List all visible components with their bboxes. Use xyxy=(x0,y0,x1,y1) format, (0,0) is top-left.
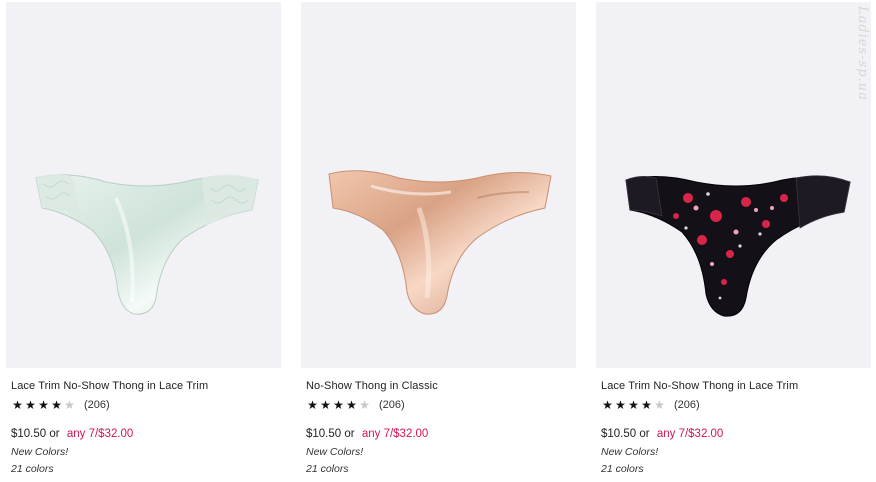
black-floral-thong-illustration xyxy=(625,175,851,317)
price: $10.50 xyxy=(601,428,637,440)
price-line: $10.50 or any 7/$32.00 xyxy=(601,428,723,440)
price-connector: or xyxy=(49,428,60,440)
star-filled-icon: ★ xyxy=(51,398,62,412)
price-connector: or xyxy=(344,428,355,440)
star-filled-icon: ★ xyxy=(628,398,639,412)
new-colors-badge: New Colors! xyxy=(306,446,364,458)
new-colors-badge: New Colors! xyxy=(601,446,659,458)
watermark: Ladies-sp.ua xyxy=(855,6,870,101)
star-empty-icon: ★ xyxy=(64,398,75,412)
product-image[interactable] xyxy=(6,2,281,368)
star-filled-icon: ★ xyxy=(602,398,613,412)
price: $10.50 xyxy=(306,428,342,440)
star-filled-icon: ★ xyxy=(346,398,357,412)
rating[interactable]: ★ ★ ★ ★ ★ (206) xyxy=(11,398,110,412)
review-count[interactable]: (206) xyxy=(84,399,110,411)
multi-buy-offer[interactable]: any 7/$32.00 xyxy=(362,428,429,440)
color-count: 21 colors xyxy=(306,463,349,475)
star-filled-icon: ★ xyxy=(320,398,331,412)
product-image[interactable] xyxy=(301,2,576,368)
color-count: 21 colors xyxy=(601,463,644,475)
product-card[interactable]: Lace Trim No-Show Thong in Lace Trim ★ ★… xyxy=(6,2,281,482)
multi-buy-offer[interactable]: any 7/$32.00 xyxy=(657,428,724,440)
price-line: $10.50 or any 7/$32.00 xyxy=(306,428,428,440)
star-filled-icon: ★ xyxy=(333,398,344,412)
star-filled-icon: ★ xyxy=(38,398,49,412)
new-colors-badge: New Colors! xyxy=(11,446,69,458)
price-connector: or xyxy=(639,428,650,440)
star-empty-icon: ★ xyxy=(359,398,370,412)
rose-gold-thong-illustration xyxy=(328,170,552,315)
product-name[interactable]: Lace Trim No-Show Thong in Lace Trim xyxy=(601,380,798,392)
price: $10.50 xyxy=(11,428,47,440)
rating[interactable]: ★ ★ ★ ★ ★ (206) xyxy=(601,398,700,412)
product-grid: Lace Trim No-Show Thong in Lace Trim ★ ★… xyxy=(6,2,871,482)
rating[interactable]: ★ ★ ★ ★ ★ (206) xyxy=(306,398,405,412)
star-filled-icon: ★ xyxy=(615,398,626,412)
star-filled-icon: ★ xyxy=(25,398,36,412)
review-count[interactable]: (206) xyxy=(379,399,405,411)
review-count[interactable]: (206) xyxy=(674,399,700,411)
star-filled-icon: ★ xyxy=(641,398,652,412)
product-image[interactable] xyxy=(596,2,871,368)
product-card[interactable]: No-Show Thong in Classic ★ ★ ★ ★ ★ (206)… xyxy=(301,2,576,482)
product-name[interactable]: No-Show Thong in Classic xyxy=(306,380,438,392)
star-empty-icon: ★ xyxy=(654,398,665,412)
product-card[interactable]: Lace Trim No-Show Thong in Lace Trim ★ ★… xyxy=(596,2,871,482)
star-rating: ★ ★ ★ ★ ★ xyxy=(11,399,76,411)
star-filled-icon: ★ xyxy=(307,398,318,412)
star-rating: ★ ★ ★ ★ ★ xyxy=(306,399,371,411)
product-name[interactable]: Lace Trim No-Show Thong in Lace Trim xyxy=(11,380,208,392)
multi-buy-offer[interactable]: any 7/$32.00 xyxy=(67,428,134,440)
star-rating: ★ ★ ★ ★ ★ xyxy=(601,399,666,411)
price-line: $10.50 or any 7/$32.00 xyxy=(11,428,133,440)
mint-thong-illustration xyxy=(35,174,259,315)
star-filled-icon: ★ xyxy=(12,398,23,412)
color-count: 21 colors xyxy=(11,463,54,475)
